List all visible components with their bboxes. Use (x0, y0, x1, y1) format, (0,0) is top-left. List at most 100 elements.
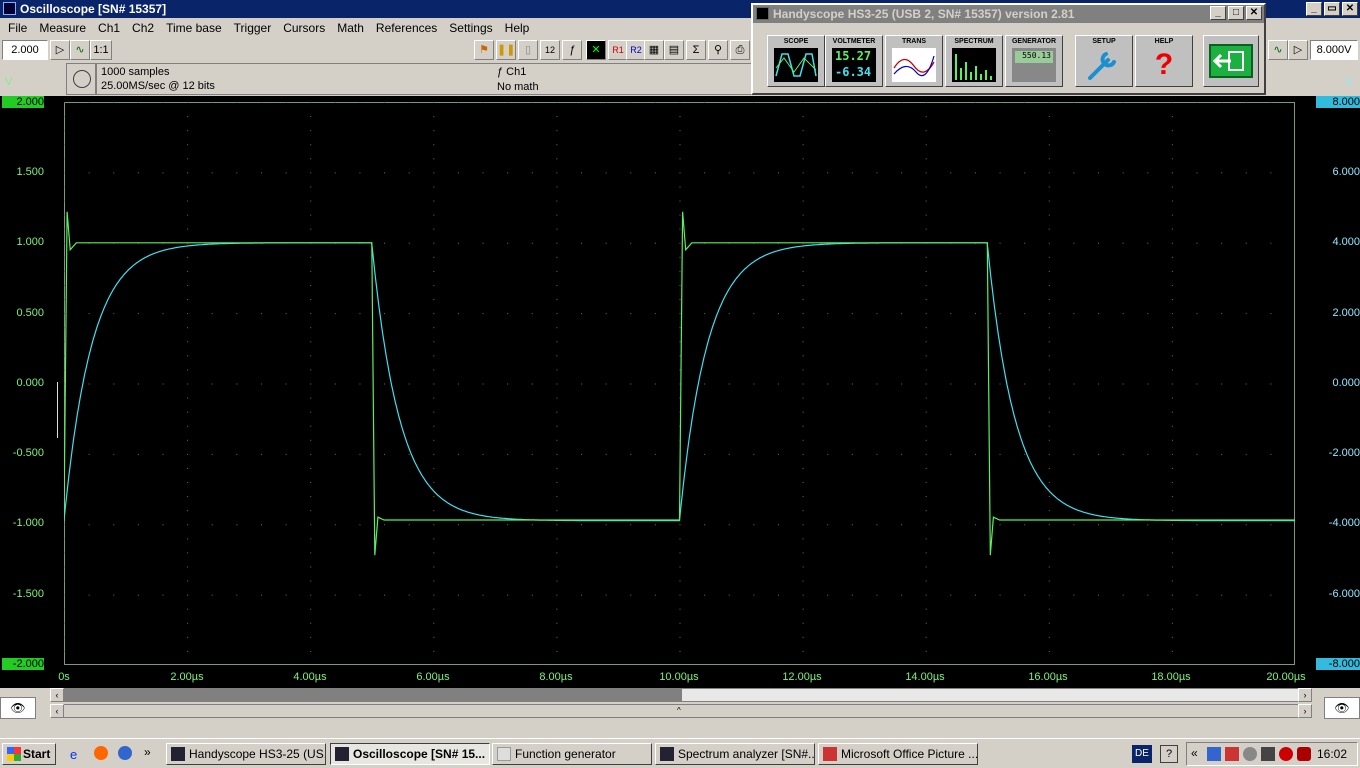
reference-1-button[interactable]: R1 (608, 40, 628, 60)
twelve-bit-button[interactable]: 12 (540, 40, 560, 60)
antivirus-tray-icon[interactable] (1297, 747, 1311, 761)
network-tray-icon[interactable] (1207, 747, 1221, 761)
sum-icon[interactable]: Σ (686, 40, 706, 60)
ch2-coupling-button[interactable]: ▷ (1288, 40, 1308, 60)
task-oscilloscope[interactable]: Oscilloscope [SN# 15... (330, 743, 490, 765)
scroll-left-arrow[interactable]: ‹ (50, 688, 64, 702)
menu-settings[interactable]: Settings (443, 18, 498, 38)
grid-dot (925, 552, 927, 554)
load-screen-icon[interactable]: ▤ (664, 40, 684, 60)
close-button[interactable]: ✕ (1246, 6, 1262, 20)
help-tool-button[interactable]: HELP ? (1135, 35, 1193, 87)
grid-dot (654, 524, 656, 526)
scope-tool-button[interactable]: SCOPE (767, 35, 825, 87)
ch2-signal-icon[interactable]: ∿ (1268, 40, 1288, 60)
x-tick: 14.00µs (905, 671, 945, 683)
update-tray-icon[interactable] (1243, 747, 1257, 761)
transient-tool-button[interactable]: TRANS (885, 35, 943, 87)
scope-display[interactable]: V V 2.000 1.500 1.000 0.500 0.000 -0.500… (0, 76, 1360, 688)
trigger-icon[interactable]: ⚑ (474, 40, 494, 60)
grid-dot (1171, 580, 1173, 582)
menu-help[interactable]: Help (499, 18, 536, 38)
handyscope-title-bar[interactable]: Handyscope HS3-25 (USB 2, SN# 15357) ver… (753, 5, 1264, 23)
ch2-visibility-button[interactable]: 👁 (1324, 697, 1360, 719)
grid-dot (64, 313, 65, 315)
waveform-plot[interactable] (64, 102, 1295, 665)
grid-dot (925, 383, 927, 385)
menu-ch2[interactable]: Ch2 (126, 18, 160, 38)
menu-file[interactable]: File (2, 18, 33, 38)
menu-math[interactable]: Math (331, 18, 370, 38)
ie-icon[interactable]: e (70, 747, 77, 762)
scroll-left-arrow[interactable]: ‹ (50, 704, 64, 718)
xy-mode-icon[interactable]: ✕ (586, 40, 606, 60)
help-tray-icon[interactable]: ? (1160, 745, 1178, 763)
menu-trigger[interactable]: Trigger (228, 18, 278, 38)
device-tray-icon[interactable] (1261, 747, 1275, 761)
minimize-button[interactable]: _ (1306, 2, 1322, 16)
single-shot-icon[interactable]: ▯ (518, 40, 538, 60)
scroll-right-arrow[interactable]: › (1298, 688, 1312, 702)
save-screen-icon[interactable]: ▦ (644, 40, 664, 60)
pause-icon[interactable]: ❚❚ (496, 40, 516, 60)
grid-dot (728, 594, 730, 596)
function-icon[interactable]: ƒ (562, 40, 582, 60)
handyscope-toolbar-window[interactable]: Handyscope HS3-25 (USB 2, SN# 15357) ver… (751, 3, 1266, 95)
menu-cursors[interactable]: Cursors (277, 18, 331, 38)
grid-dot (1048, 228, 1050, 230)
wifi-tray-icon[interactable] (1279, 747, 1293, 761)
security-tray-icon[interactable] (1225, 747, 1239, 761)
maximize-button[interactable]: □ (1228, 6, 1244, 20)
record-indicator[interactable] (66, 63, 96, 95)
browser-icon[interactable] (118, 746, 132, 760)
voltmeter-tool-button[interactable]: VOLTMETER 15.27 -6.34 (825, 35, 883, 87)
setup-tool-button[interactable]: SETUP (1075, 35, 1133, 87)
generator-tool-button[interactable]: GENERATOR 550.13 (1005, 35, 1063, 87)
grid-dot (359, 102, 361, 103)
task-picture-manager[interactable]: Microsoft Office Picture ... (818, 743, 978, 765)
exit-tool-button[interactable] (1203, 35, 1259, 87)
probe-ratio-button[interactable]: 1:1 (90, 40, 112, 60)
grid-dot (433, 622, 435, 624)
menu-time-base[interactable]: Time base (160, 18, 228, 38)
menu-ch1[interactable]: Ch1 (92, 18, 126, 38)
close-button[interactable]: ✕ (1342, 2, 1358, 16)
tray-expand-icon[interactable]: « (1191, 746, 1198, 760)
grid-dot (925, 369, 927, 371)
firefox-icon[interactable] (94, 746, 108, 760)
grid-dot (679, 524, 681, 526)
restore-button[interactable]: ▭ (1324, 2, 1340, 16)
minimize-button[interactable]: _ (1210, 6, 1226, 20)
right-ytick: 8.000 (1316, 96, 1360, 108)
start-button[interactable]: Start (2, 743, 56, 765)
left-ytick: 2.000 (2, 96, 44, 108)
language-indicator[interactable]: DE (1132, 745, 1152, 763)
scroll-right-arrow[interactable]: › (1298, 704, 1312, 718)
menu-references[interactable]: References (370, 18, 443, 38)
scroll-thumb-caret[interactable]: ^ (677, 706, 681, 715)
task-handyscope[interactable]: Handyscope HS3-25 (US... (166, 743, 326, 765)
grid-dot (433, 425, 435, 427)
record-view-scrollbar[interactable] (50, 688, 1312, 702)
ch1-visibility-button[interactable]: 👁 (0, 697, 36, 719)
grid-dot (1073, 242, 1075, 244)
menu-measure[interactable]: Measure (33, 18, 92, 38)
zoom-icon[interactable]: ⚲ (708, 40, 728, 60)
ch1-range-field[interactable]: 2.000 (2, 40, 48, 60)
task-function-generator[interactable]: Function generator (492, 743, 652, 765)
grid-dot (802, 158, 804, 160)
task-spectrum-analyzer[interactable]: Spectrum analyzer [SN#... (655, 743, 815, 765)
ch1-coupling-button[interactable]: ▷ (50, 40, 70, 60)
ch1-signal-icon[interactable]: ∿ (70, 40, 90, 60)
quicklaunch-overflow[interactable]: » (144, 745, 151, 759)
grid-dot (310, 102, 312, 103)
grid-dot (433, 524, 435, 526)
reference-2-button[interactable]: R2 (626, 40, 646, 60)
print-icon[interactable]: ⎙ (730, 40, 750, 60)
record-view-thumb[interactable] (682, 689, 1311, 701)
spectrum-tool-button[interactable]: SPECTRUM (945, 35, 1003, 87)
ch2-range-field[interactable]: 8.000V (1310, 40, 1358, 60)
trigger-level-marker[interactable] (57, 382, 59, 438)
grid-dot (433, 636, 435, 638)
pre-trigger-scrollbar[interactable]: ^ (50, 704, 1312, 718)
